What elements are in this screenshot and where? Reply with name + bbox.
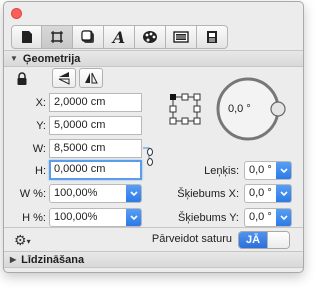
rotation-dial[interactable]: [212, 74, 298, 146]
x-label: X:: [35, 97, 46, 109]
toggle-on-label: JĀ: [239, 232, 267, 248]
text-tab[interactable]: A: [104, 25, 135, 49]
palette-icon: [143, 31, 157, 43]
properties-tab[interactable]: [197, 25, 228, 49]
geometry-section-title: Ģeometrija: [22, 52, 81, 65]
image-tab[interactable]: [166, 25, 197, 49]
chevron-down-icon[interactable]: [276, 209, 291, 226]
chevron-down-icon[interactable]: [126, 209, 141, 226]
x-field[interactable]: 2,0000 cm: [49, 93, 142, 112]
bottom-bar: ⚙▾ Pārveidot saturu JĀ: [4, 227, 303, 251]
shadow-tab[interactable]: [73, 25, 104, 49]
inspector-window: A ▼ Ģeometrija X: 2,0000 cm Y: 5,0000 cm…: [3, 1, 304, 273]
inspector-tabs: A: [11, 25, 228, 49]
constrain-proportions-icon[interactable]: [142, 142, 156, 172]
w-field[interactable]: 8,5000 cm: [49, 139, 142, 158]
close-button[interactable]: [11, 8, 22, 19]
w-percent-value: 100,00%: [54, 187, 98, 199]
palette-tab[interactable]: [135, 25, 166, 49]
reference-point-selector[interactable]: [169, 93, 201, 125]
document-tab[interactable]: [11, 25, 42, 49]
toggle-knob: [267, 232, 289, 248]
text-icon: A: [112, 27, 126, 47]
skew-y-label: Šķiebums Y:: [178, 212, 239, 224]
shadow-icon: [81, 30, 94, 43]
image-icon: [173, 31, 189, 43]
h-percent-combo[interactable]: 100,00%: [49, 208, 142, 227]
flip-horizontal-button[interactable]: [79, 68, 103, 88]
skew-x-label: Šķiebums X:: [177, 188, 239, 200]
rotation-dial-value: 0,0 °: [228, 103, 251, 115]
gear-icon: ⚙: [14, 232, 27, 248]
skew-x-value: 0,0 °: [249, 187, 272, 199]
disclosure-open-icon: ▼: [10, 54, 18, 63]
lock-icon[interactable]: [16, 72, 28, 89]
skew-y-combo[interactable]: 0,0 °: [244, 208, 292, 227]
h-label: H:: [35, 165, 46, 177]
y-field[interactable]: 5,0000 cm: [49, 116, 142, 135]
alignment-section-header[interactable]: ▶ Līdzināšana: [4, 251, 303, 268]
geometry-icon: [51, 31, 63, 43]
w-percent-label: W %:: [19, 188, 46, 200]
gear-menu-button[interactable]: ⚙▾: [14, 232, 31, 249]
y-label: Y:: [36, 120, 46, 132]
properties-icon: [207, 31, 217, 43]
skew-y-value: 0,0 °: [249, 211, 272, 223]
chevron-down-icon[interactable]: [276, 185, 291, 202]
angle-value: 0,0 °: [249, 164, 272, 176]
h-percent-value: 100,00%: [54, 211, 98, 223]
w-percent-combo[interactable]: 100,00%: [49, 184, 142, 203]
transform-content-label: Pārveidot saturu: [151, 233, 232, 245]
alignment-section-title: Līdzināšana: [21, 253, 85, 266]
angle-combo[interactable]: 0,0 °: [244, 161, 292, 180]
skew-x-combo[interactable]: 0,0 °: [244, 184, 292, 203]
transform-content-toggle[interactable]: JĀ: [238, 231, 290, 249]
document-icon: [21, 31, 32, 43]
chevron-down-icon[interactable]: [276, 162, 291, 179]
angle-label: Leņķis:: [204, 165, 239, 177]
geometry-tab[interactable]: [42, 25, 73, 49]
flip-horizontal-icon: [85, 72, 98, 84]
chevron-down-icon[interactable]: [126, 185, 141, 202]
chevron-down-icon: ▾: [26, 236, 31, 246]
w-label: W:: [32, 143, 46, 155]
h-percent-label: H %:: [22, 212, 46, 224]
geometry-section-header[interactable]: ▼ Ģeometrija: [4, 50, 303, 67]
flip-vertical-icon: [58, 72, 70, 85]
h-field[interactable]: 0,0000 cm: [49, 160, 142, 180]
disclosure-closed-icon: ▶: [10, 255, 17, 264]
flip-vertical-button[interactable]: [52, 68, 76, 88]
